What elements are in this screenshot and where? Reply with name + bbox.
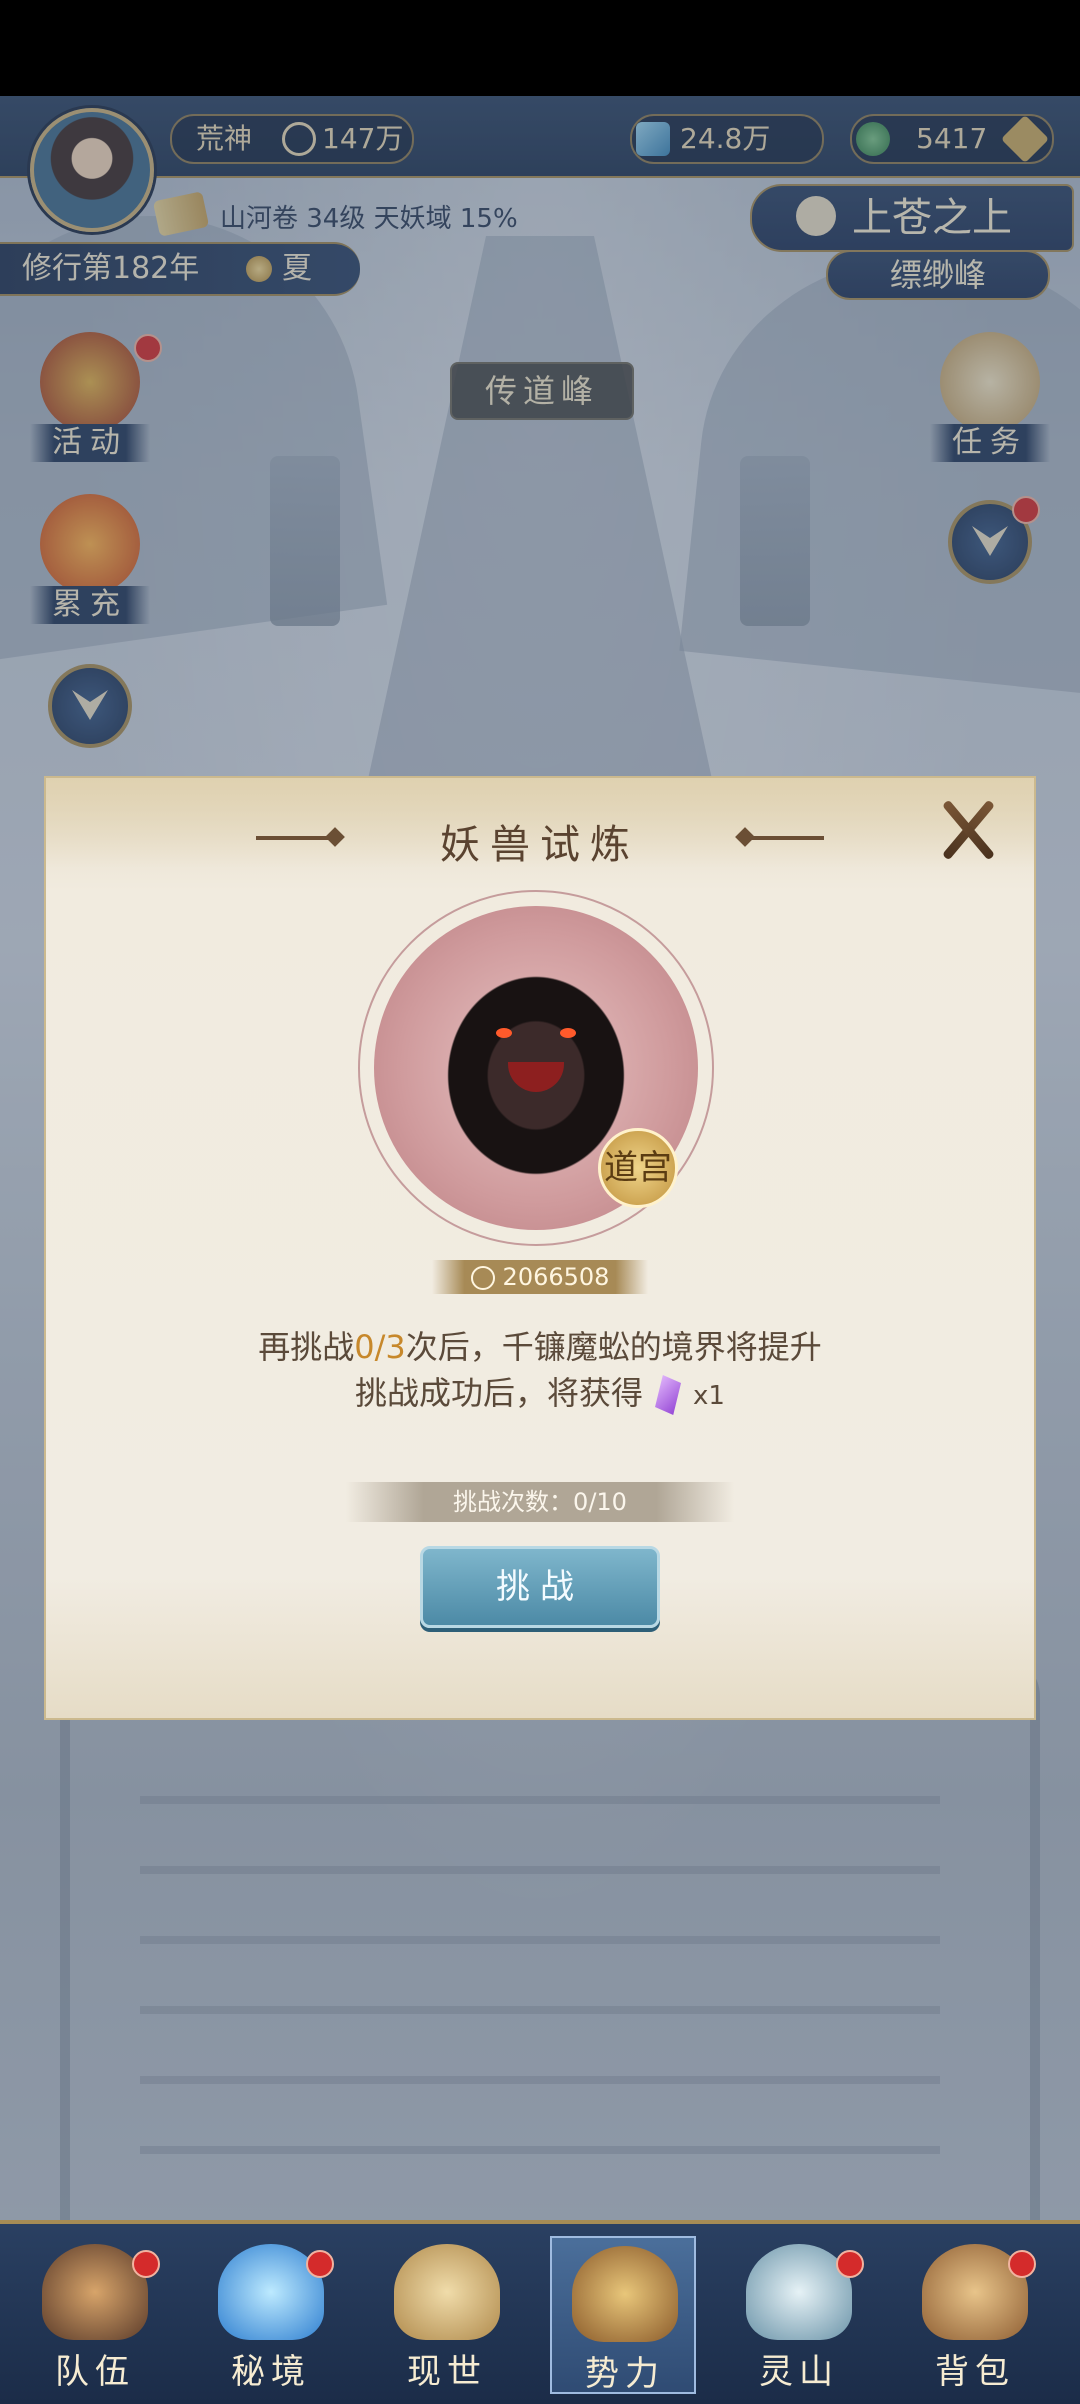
notification-badge <box>306 2250 334 2278</box>
monster-mouth <box>508 1062 564 1092</box>
monster-eye <box>560 1028 576 1038</box>
notification-badge <box>132 2250 160 2278</box>
monster-power-value: 2066508 <box>502 1263 610 1291</box>
nav-spirit-mountain-label: 灵山 <box>759 2352 839 2392</box>
nav-backpack-label: 背包 <box>935 2352 1015 2392</box>
nav-world[interactable]: 现世 <box>374 2236 520 2394</box>
reward-quantity: x1 <box>693 1381 725 1411</box>
upgrade-hint-suffix: 次后，千镰魔蚣的境界将提升 <box>405 1328 822 1366</box>
nav-secret-realm-label: 秘境 <box>231 2352 311 2392</box>
nav-faction-label: 势力 <box>585 2354 665 2394</box>
close-button[interactable] <box>936 798 1000 862</box>
nav-world-label: 现世 <box>407 2352 487 2392</box>
reward-hint: 挑战成功后，将获得 x1 <box>46 1368 1034 1415</box>
map-scroll-icon <box>394 2244 500 2340</box>
temple-icon <box>572 2246 678 2342</box>
monster-eye <box>496 1028 512 1038</box>
attempts-counter: 挑战次数：0/10 <box>346 1482 734 1522</box>
sword-icon <box>470 1266 495 1290</box>
notification-badge <box>836 2250 864 2278</box>
notification-badge <box>1008 2250 1036 2278</box>
purple-crystal-icon[interactable] <box>655 1375 682 1415</box>
challenge-button[interactable]: 挑战 <box>420 1546 660 1628</box>
upgrade-hint-count: 0/3 <box>354 1328 406 1366</box>
dialog-title: 妖兽试炼 <box>440 822 640 868</box>
title-ornament <box>744 836 824 840</box>
realm-rank-badge: 道宫 <box>598 1128 678 1208</box>
upgrade-hint-prefix: 再挑战 <box>258 1328 355 1366</box>
nav-team-label: 队伍 <box>55 2352 135 2392</box>
reward-hint-prefix: 挑战成功后，将获得 <box>355 1374 644 1412</box>
beast-trial-dialog: 妖兽试炼 道宫 2066508 再挑战0/3次后，千镰魔蚣的境界将提升 挑战成功… <box>46 778 1034 1718</box>
nav-faction[interactable]: 势力 <box>550 2236 696 2394</box>
monster-power: 2066508 <box>432 1260 648 1294</box>
upgrade-hint: 再挑战0/3次后，千镰魔蚣的境界将提升 <box>46 1322 1034 1368</box>
status-bar <box>0 0 1080 96</box>
